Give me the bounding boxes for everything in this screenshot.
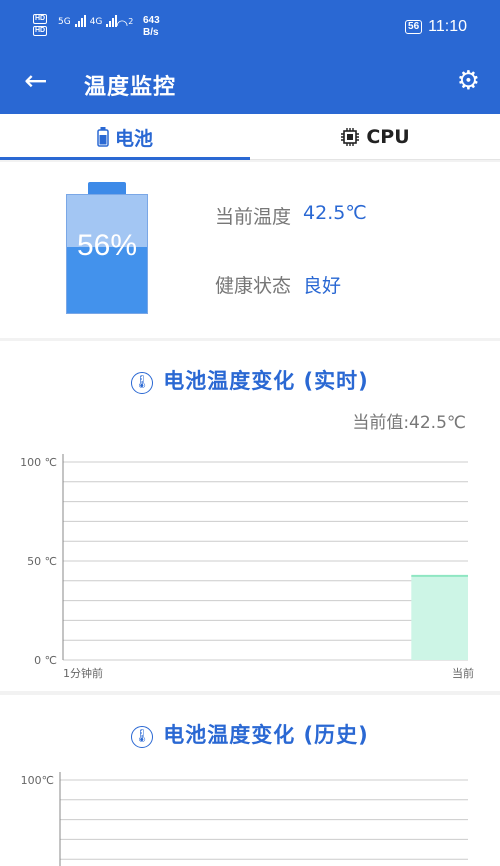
y-tick-label: 50 ℃ (27, 555, 57, 568)
temp-area-mark (411, 575, 468, 660)
signal-bars-1-icon (74, 15, 86, 27)
x-tick-label: 1分钟前 (63, 666, 103, 680)
sim-indicators: HD HD (33, 14, 48, 36)
x-tick-label: 当前 (452, 666, 474, 680)
active-tab-indicator (0, 157, 250, 160)
health-row: 健康状态 良好 (215, 271, 341, 298)
current-temp-row: 当前温度 42.5℃ (215, 202, 367, 229)
battery-level-graphic: 56% (66, 182, 148, 316)
history-chart-svg: 100℃ (21, 772, 468, 866)
signal-indicators: 5G 4G (58, 15, 118, 27)
health-label: 健康状态 (215, 275, 292, 297)
battery-body: 56% (66, 194, 148, 314)
signal-1-type: 5G (58, 17, 71, 27)
app-bar: ← 温度监控 ⚙ (0, 56, 500, 114)
cpu-icon (341, 128, 360, 146)
clock: 11:10 (428, 18, 467, 35)
health-value: 良好 (303, 275, 342, 297)
battery-cap (88, 182, 126, 194)
current-temp-value: 42.5℃ (303, 202, 367, 224)
tab-cpu-label: CPU (366, 126, 410, 148)
battery-status-card: 56% 当前温度 42.5℃ 健康状态 良好 (0, 162, 500, 338)
wifi-icon: ◠2 (116, 17, 134, 34)
wifi-sub: 2 (128, 17, 134, 26)
y-tick-label: 100 ℃ (20, 456, 57, 469)
battery-icon (97, 127, 109, 147)
status-bar: HD HD 5G 4G ◠2 643 B/s 56 11:10 (0, 0, 500, 56)
network-speed: 643 B/s (143, 15, 160, 39)
speed-unit: B/s (143, 27, 159, 38)
page-title: 温度监控 (84, 75, 177, 100)
status-battery-icon: 56 (405, 20, 423, 34)
back-arrow-icon[interactable]: ← (24, 66, 47, 96)
signal-2-type: 4G (89, 17, 103, 27)
tab-battery[interactable]: 电池 (0, 114, 250, 160)
tab-cpu[interactable]: CPU (250, 114, 500, 160)
speed-value: 643 (143, 15, 160, 26)
tab-battery-label: 电池 (114, 127, 153, 150)
y-tick-label: 0 ℃ (34, 654, 57, 667)
status-right: 56 11:10 (405, 18, 467, 36)
history-temp-chart-card: 🌡 电池温度变化 (历史) 100℃ (0, 695, 500, 866)
live-chart-svg: 100 ℃ 50 ℃ 0 ℃ 1分钟前 当前 (20, 454, 474, 680)
tab-bar: 电池 CPU (0, 114, 500, 160)
battery-percent: 56% (76, 229, 138, 262)
hd-badge-2: HD (33, 26, 48, 36)
current-temp-label: 当前温度 (215, 206, 292, 228)
live-temp-chart-card: 🌡 电池温度变化 (实时) 当前值:42.5℃ 100 ℃ 50 ℃ 0 ℃ 1分钟前当… (0, 341, 500, 691)
y-tick-label: 100℃ (21, 774, 54, 787)
settings-gear-icon[interactable]: ⚙ (457, 66, 480, 96)
hd-badge-1: HD (33, 14, 48, 24)
